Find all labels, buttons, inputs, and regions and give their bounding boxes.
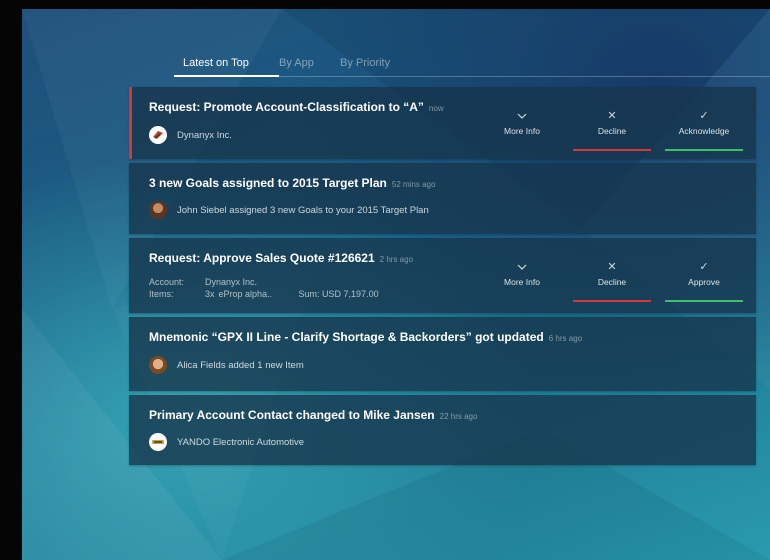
notification-title: 3 new Goals assigned to 2015 Target Plan… <box>149 176 435 190</box>
notification-source: Dynanyx Inc. <box>149 126 232 144</box>
notification-time: now <box>428 104 444 113</box>
company-logo-icon <box>149 126 167 144</box>
check-icon: ✓ <box>699 110 709 122</box>
decline-button[interactable]: ✕ Decline <box>573 109 651 151</box>
sort-tabs: Latest on Top By App By Priority <box>174 47 770 77</box>
approve-underline <box>665 300 743 302</box>
approve-button[interactable]: ✓ Approve <box>665 260 743 302</box>
x-icon: ✕ <box>607 261 617 273</box>
decline-label: Decline <box>597 126 627 136</box>
notification-card[interactable]: 3 new Goals assigned to 2015 Target Plan… <box>129 163 756 234</box>
notification-description: Alica Fields added 1 new Item <box>149 356 304 374</box>
source-name: Dynanyx Inc. <box>177 129 232 141</box>
decline-underline <box>573 149 651 151</box>
x-icon: ✕ <box>607 110 617 122</box>
notification-center: Latest on Top By App By Priority Request… <box>0 0 770 560</box>
items-value: eProp alpha.. <box>218 289 273 299</box>
tab-by-priority[interactable]: By Priority <box>340 57 390 69</box>
decline-button[interactable]: ✕ Decline <box>573 260 651 302</box>
decline-label: Decline <box>597 277 627 287</box>
active-tab-indicator <box>174 75 279 77</box>
items-qty: 3x <box>205 289 215 299</box>
approve-label: Approve <box>688 277 720 287</box>
notification-title: Mnemonic “GPX II Line - Clarify Shortage… <box>149 330 582 344</box>
notification-time: 2 hrs ago <box>379 255 414 264</box>
notification-card[interactable]: Request: Approve Sales Quote #126621 2 hr… <box>129 238 756 313</box>
account-value: Dynanyx Inc. <box>205 277 258 287</box>
account-label: Account: <box>149 277 185 287</box>
notification-card[interactable]: Mnemonic “GPX II Line - Clarify Shortage… <box>129 317 756 391</box>
acknowledge-underline <box>665 149 743 151</box>
notification-title-text: Mnemonic “GPX II Line - Clarify Shortage… <box>149 330 544 344</box>
tab-latest-on-top[interactable]: Latest on Top <box>183 57 249 69</box>
acknowledge-button[interactable]: ✓ Acknowledge <box>665 109 743 151</box>
notification-time: 52 mins ago <box>391 180 436 189</box>
acknowledge-label: Acknowledge <box>678 126 730 136</box>
description-text: John Siebel assigned 3 new Goals to your… <box>177 204 429 216</box>
notification-list: Request: Promote Account-Classification … <box>129 87 756 469</box>
items-row: Items: 3x eProp alpha.. Sum: USD 7,197.00 <box>149 288 379 300</box>
notification-title-text: Request: Approve Sales Quote #126621 <box>149 251 375 265</box>
notification-card[interactable]: Primary Account Contact changed to Mike … <box>129 395 756 465</box>
decline-underline <box>573 300 651 302</box>
items-label: Items: <box>149 289 174 299</box>
more-info-label: More Info <box>504 277 540 287</box>
company-logo-icon <box>149 433 167 451</box>
notification-title-text: 3 new Goals assigned to 2015 Target Plan <box>149 176 387 190</box>
notification-title: Primary Account Contact changed to Mike … <box>149 408 477 422</box>
more-info-label: More Info <box>504 126 540 136</box>
more-info-button[interactable]: More Info <box>483 260 561 287</box>
chevron-down-icon <box>483 260 561 274</box>
notification-title: Request: Promote Account-Classification … <box>149 100 444 114</box>
quote-details: Account: Dynanyx Inc. Items: 3x eProp alph… <box>149 276 379 300</box>
source-name: YANDO Electronic Automotive <box>177 436 305 448</box>
notification-title: Request: Approve Sales Quote #126621 2 hr… <box>149 251 413 265</box>
account-row: Account: Dynanyx Inc. <box>149 276 379 288</box>
notification-time: 6 hrs ago <box>548 334 583 343</box>
user-avatar-icon <box>149 201 167 219</box>
chevron-down-icon <box>483 109 561 123</box>
sum-label: Sum: <box>298 289 320 299</box>
notification-title-text: Request: Promote Account-Classification … <box>149 100 424 114</box>
user-avatar-icon <box>149 356 167 374</box>
more-info-button[interactable]: More Info <box>483 109 561 136</box>
notification-description: John Siebel assigned 3 new Goals to your… <box>149 201 429 219</box>
notification-source: YANDO Electronic Automotive <box>149 433 304 451</box>
notification-title-text: Primary Account Contact changed to Mike … <box>149 408 435 422</box>
tab-by-app[interactable]: By App <box>279 57 314 69</box>
check-icon: ✓ <box>699 261 709 273</box>
notification-time: 22 hrs ago <box>439 412 478 421</box>
sum-value: USD 7,197.00 <box>322 289 379 299</box>
notification-card[interactable]: Request: Promote Account-Classification … <box>129 87 756 159</box>
description-text: Alica Fields added 1 new Item <box>177 359 304 371</box>
